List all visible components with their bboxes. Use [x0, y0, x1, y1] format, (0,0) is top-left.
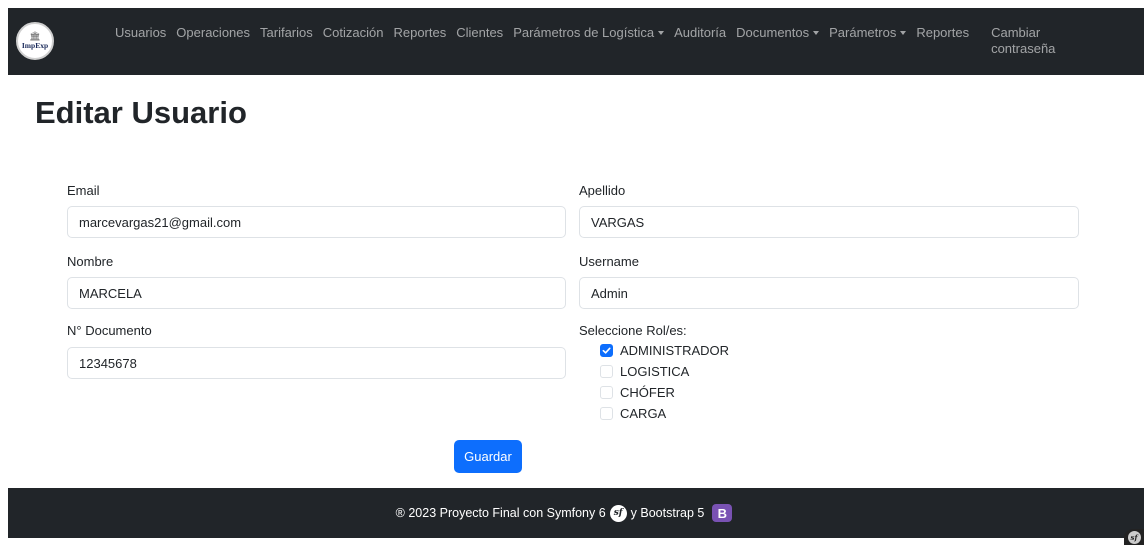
bootstrap-icon: B [712, 504, 733, 522]
nav-item-parametros-logistica-label: Parámetros de Logística [513, 25, 655, 40]
email-label: Email [67, 183, 100, 198]
footer-text-copyright: ® 2023 Proyecto Final con Symfony 6 [395, 506, 606, 520]
brand-logo[interactable]: 🏛 ImpExp [16, 22, 54, 60]
nav-item-cotizacion[interactable]: Cotización [323, 8, 384, 41]
caret-down-icon [900, 30, 907, 35]
role-option-chofer[interactable]: CHÓFER [600, 385, 675, 400]
role-checkbox-logistica[interactable] [600, 365, 613, 378]
role-checkbox-carga[interactable] [600, 407, 613, 420]
check-icon [602, 347, 611, 354]
footer: ® 2023 Proyecto Final con Symfony 6 sf y… [8, 488, 1144, 538]
apellido-field[interactable] [579, 206, 1079, 238]
role-checkbox-chofer[interactable] [600, 386, 613, 399]
role-option-carga[interactable]: CARGA [600, 406, 666, 421]
nombre-field[interactable] [67, 277, 566, 309]
nav-item-usuarios[interactable]: Usuarios [115, 8, 166, 41]
symfony-toolbar-icon: sf [1127, 530, 1141, 544]
nav-menu: Usuarios Operaciones Tarifarios Cotizaci… [115, 8, 1067, 75]
caret-down-icon [813, 30, 820, 35]
role-checkbox-administrador[interactable] [600, 344, 613, 357]
nav-item-clientes[interactable]: Clientes [456, 8, 503, 41]
nav-item-tarifarios[interactable]: Tarifarios [260, 8, 313, 41]
username-field[interactable] [579, 277, 1079, 309]
nav-item-documentos-label: Documentos [736, 25, 810, 40]
nav-item-cambiar-contrasena[interactable]: Cambiar contraseña [991, 8, 1057, 57]
nav-item-parametros-label: Parámetros [829, 25, 897, 40]
save-button[interactable]: Guardar [454, 440, 522, 473]
nav-item-reportes[interactable]: Reportes [393, 8, 446, 41]
page-top-margin [0, 0, 1144, 8]
footer-content: ® 2023 Proyecto Final con Symfony 6 sf y… [396, 504, 733, 522]
footer-text-bootstrap: y Bootstrap 5 [630, 506, 705, 520]
role-label-logistica: LOGISTICA [620, 364, 690, 379]
nav-item-operaciones[interactable]: Operaciones [176, 8, 250, 41]
brand-logo-text: ImpExp [21, 40, 49, 50]
email-field[interactable] [67, 206, 566, 238]
symfony-toolbar-toggle[interactable]: sf [1124, 529, 1144, 545]
documento-label: N° Documento [67, 323, 152, 338]
symfony-icon: sf [609, 504, 627, 522]
role-option-administrador[interactable]: ADMINISTRADOR [600, 343, 729, 358]
username-label: Username [579, 254, 639, 269]
nav-item-parametros-logistica[interactable]: Parámetros de Logística [513, 8, 665, 41]
role-label-administrador: ADMINISTRADOR [620, 343, 730, 358]
documento-field[interactable] [67, 347, 566, 379]
nav-item-auditoria[interactable]: Auditoría [674, 8, 726, 41]
nav-item-parametros[interactable]: Parámetros [829, 8, 907, 41]
nav-item-reportes-2[interactable]: Reportes [916, 8, 969, 41]
role-label-chofer: CHÓFER [620, 385, 675, 400]
roles-label: Seleccione Rol/es: [579, 323, 687, 338]
page-title: Editar Usuario [35, 95, 247, 130]
apellido-label: Apellido [579, 183, 626, 198]
role-option-logistica[interactable]: LOGISTICA [600, 364, 689, 379]
navbar: 🏛 ImpExp Usuarios Operaciones Tarifarios… [8, 8, 1144, 75]
caret-down-icon [658, 30, 665, 35]
nav-item-documentos[interactable]: Documentos [736, 8, 820, 41]
nombre-label: Nombre [67, 254, 114, 269]
role-label-carga: CARGA [620, 406, 667, 421]
